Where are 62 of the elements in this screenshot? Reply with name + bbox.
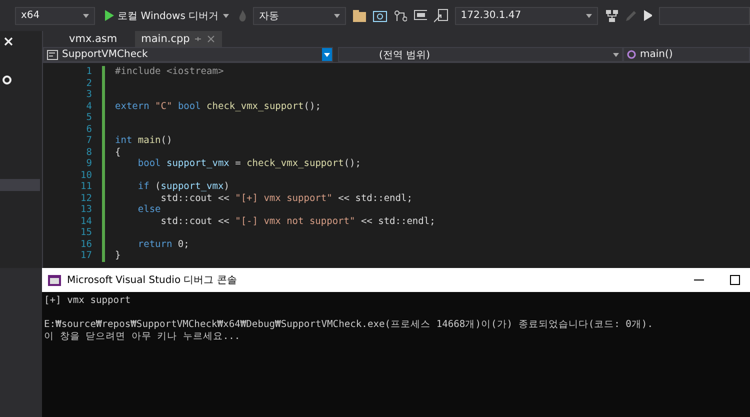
code-line: std::cout << "[-] vmx not support" << std::endl; — [160, 216, 436, 227]
console-app-icon — [48, 274, 61, 286]
line-number: 8 — [85, 146, 93, 158]
folder-icon[interactable] — [353, 10, 366, 22]
console-output-line: E:₩source₩repos₩SupportVMCheck₩x64₩Debug₩SupportVMCheck.exe(프로세스 14668개)이(가) 종료되었습니다(코드: 0개). — [44, 319, 653, 330]
line-number: 16 — [80, 238, 93, 250]
console-output-line: 이 창을 닫으려면 아무 키나 누르세요... — [44, 330, 240, 342]
file-tab[interactable]: main.cpp — [135, 31, 222, 47]
member-dropdown[interactable]: main() — [623, 47, 750, 62]
play-icon[interactable] — [644, 10, 652, 21]
close-icon[interactable] — [4, 37, 13, 46]
console-output-line: [+] vmx support — [44, 295, 131, 306]
config-dropdown[interactable]: 자동 — [253, 6, 346, 24]
project-icon — [47, 50, 58, 60]
code-line: } — [115, 250, 121, 262]
code-line: int main() — [115, 135, 172, 146]
window-title: Microsoft Visual Studio 디버그 콘솔 — [67, 274, 237, 287]
line-number: 11 — [80, 181, 93, 192]
line-number: 9 — [85, 158, 93, 170]
network-icon[interactable] — [605, 8, 618, 22]
code-line: std::cout << "[+] vmx support" << std::endl; — [160, 192, 412, 204]
line-number: 5 — [85, 112, 93, 124]
line-number: 4 — [85, 100, 93, 112]
play-icon — [104, 10, 114, 21]
method-icon — [627, 50, 636, 59]
caret-icon — [82, 14, 89, 18]
line-number: 14 — [80, 216, 93, 227]
pin-close-icon[interactable] — [194, 35, 216, 43]
line-number: 17 — [80, 250, 93, 262]
screen-icon[interactable] — [414, 10, 428, 22]
branch-icon[interactable] — [394, 10, 408, 22]
line-number: 10 — [80, 170, 93, 181]
code-line: { — [115, 146, 121, 158]
code-line: else — [136, 204, 161, 216]
line-number: 1 — [85, 66, 93, 78]
code-line: #include <iostream> — [115, 66, 224, 78]
line-number: 2 — [85, 78, 93, 89]
platform-dropdown[interactable]: x64 — [15, 6, 95, 24]
line-number: 15 — [80, 227, 93, 238]
line-number: 6 — [85, 124, 93, 135]
camera-icon[interactable] — [373, 10, 387, 22]
line-number: 13 — [80, 204, 93, 216]
code-line: return 0; — [136, 238, 190, 250]
line-number: 12 — [80, 192, 93, 204]
gear-icon[interactable] — [2, 75, 14, 85]
maximize-icon[interactable] — [730, 275, 740, 285]
caret-icon — [613, 52, 619, 56]
line-number: 7 — [85, 135, 93, 146]
remote-address-dropdown[interactable]: 172.30.1.47 — [454, 6, 598, 24]
file-tab[interactable]: vmx.asm — [63, 31, 124, 47]
caret-icon — [222, 14, 229, 18]
code-line: bool support_vmx = check_vmx_support(); — [136, 158, 361, 170]
caret-icon — [334, 14, 340, 18]
project-dropdown[interactable]: SupportVMCheck — [43, 47, 333, 62]
line-number: 3 — [85, 89, 93, 100]
code-line: if (support_vmx) — [136, 181, 230, 192]
code-line: extern "C" bool check_vmx_support(); — [115, 100, 321, 112]
caret-icon — [586, 14, 592, 18]
caret-icon — [322, 48, 332, 61]
attach-icon[interactable] — [434, 8, 448, 22]
run-button[interactable]: 로컬 Windows 디버거 — [102, 8, 231, 22]
scope-dropdown[interactable]: (전역 범위) — [338, 47, 623, 62]
